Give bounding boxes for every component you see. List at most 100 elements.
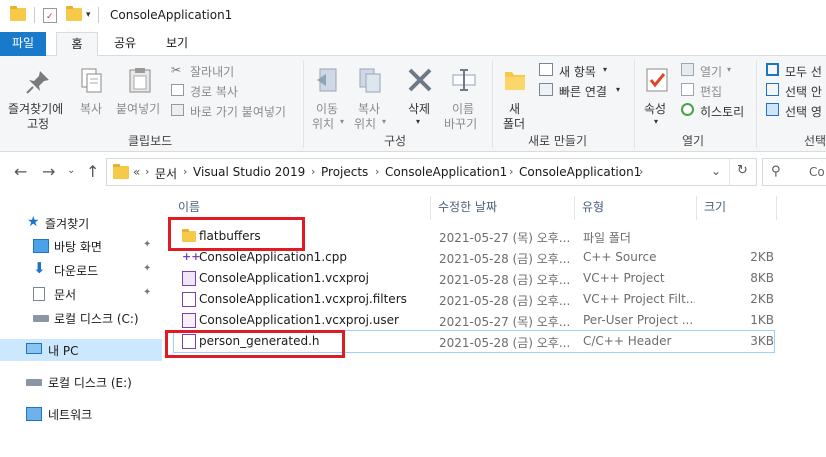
nav-item-this-pc[interactable]: 내 PC (0, 339, 162, 361)
network-icon (26, 407, 42, 421)
breadcrumb-overflow[interactable]: « (133, 165, 140, 179)
rename-button[interactable]: 이름 바꾸기 (444, 60, 484, 131)
pin-icon (26, 71, 49, 94)
forward-arrow-icon[interactable]: → (42, 162, 55, 181)
file-row-vcxproj[interactable]: ConsoleApplication1.vcxproj 2021-05-28 (… (174, 268, 774, 289)
chevron-right-icon: › (375, 165, 380, 178)
cpp-file-icon: ++ (182, 250, 201, 263)
window-title: ConsoleApplication1 (110, 8, 233, 22)
search-input[interactable]: Co (809, 165, 825, 179)
move-to-icon (317, 68, 337, 92)
properties-qa-icon[interactable]: ✓ (43, 8, 57, 23)
nav-item-quick-access[interactable]: ★ 즐겨찾기 (0, 212, 160, 234)
edit-button[interactable]: 편집 (680, 82, 750, 100)
cut-button[interactable]: ✂ 잘라내기 (170, 62, 290, 80)
file-date: 2021-05-27 (목) 오후... (439, 231, 571, 245)
file-size: 2KB (750, 250, 774, 264)
divider (574, 196, 575, 220)
file-type: 파일 폴더 (583, 231, 631, 245)
chevron-down-icon: ▾ (654, 117, 659, 126)
copy-path-button[interactable]: 경로 복사 (170, 82, 290, 100)
nav-item-local-disk-c[interactable]: 로컬 디스크 (C:) (0, 307, 160, 329)
nav-label: 문서 (54, 288, 77, 302)
file-size: 3KB (750, 334, 774, 348)
up-arrow-icon[interactable]: ↑ (86, 162, 99, 181)
address-history-chevron-icon[interactable]: ⌄ (711, 164, 721, 178)
nav-item-network[interactable]: 네트워크 (0, 403, 160, 425)
address-bar[interactable]: « › 문서 › Visual Studio 2019 › Projects ›… (106, 158, 757, 186)
breadcrumb-visual-studio[interactable]: Visual Studio 2019 (193, 165, 305, 179)
search-box[interactable]: ⚲ Co (762, 158, 826, 186)
move-to-button[interactable]: 이동 위치 ▾ (310, 60, 348, 131)
properties-icon (646, 68, 668, 92)
column-header-type[interactable]: 유형 (582, 198, 604, 215)
ribbon-tabs: 파일 홈 공유 보기 (0, 32, 826, 57)
chevron-down-icon: ▾ (416, 117, 421, 126)
paste-button[interactable]: 붙여넣기 (114, 60, 166, 120)
breadcrumb-project[interactable]: ConsoleApplication1 (519, 165, 641, 179)
highlight-box-person-generated (165, 330, 345, 358)
file-row-vcxproj-user[interactable]: ConsoleApplication1.vcxproj.user 2021-05… (174, 310, 774, 331)
chevron-down-icon: ▾ (616, 85, 621, 94)
filters-file-icon (182, 292, 196, 307)
divider (776, 196, 777, 220)
column-header-date[interactable]: 수정한 날짜 (438, 198, 497, 215)
easy-access-icon (539, 83, 553, 96)
history-label: 히스토리 (700, 105, 745, 119)
breadcrumb-documents[interactable]: 문서 (155, 165, 177, 182)
copy-to-button[interactable]: 복사 위치 ▾ (352, 60, 392, 131)
delete-button[interactable]: 삭제 ▾ (400, 60, 440, 130)
new-folder-button[interactable]: 새 폴더 (498, 60, 532, 131)
select-all-button[interactable]: 모두 선 (764, 62, 826, 80)
file-name: ConsoleApplication1.cpp (199, 250, 347, 264)
tab-file[interactable]: 파일 (0, 32, 46, 56)
properties-button[interactable]: 속성 ▾ (640, 60, 674, 130)
breadcrumb-projects[interactable]: Projects (321, 165, 368, 179)
chevron-right-icon: › (145, 165, 150, 178)
new-folder-qa-icon[interactable] (66, 6, 82, 21)
copy-button[interactable]: 복사 (76, 60, 108, 120)
column-header-size[interactable]: 크기 (704, 198, 726, 215)
recent-locations-chevron-icon[interactable]: ⌄ (67, 165, 75, 176)
open-icon (681, 63, 694, 76)
nav-label: 다운로드 (54, 264, 99, 278)
group-new-label: 새로 만들기 (528, 134, 588, 148)
new-item-button[interactable]: 새 항목 ▾ (538, 62, 618, 80)
nav-label: 즐겨찾기 (45, 217, 90, 231)
open-label: 열기 (700, 65, 723, 79)
drive-icon (26, 379, 42, 386)
select-none-button[interactable]: 선택 안 (764, 82, 826, 100)
desktop-icon (33, 239, 49, 253)
paste-shortcut-button[interactable]: 바로 가기 붙여넣기 (170, 102, 310, 120)
pin-label-2: 고정 (27, 117, 50, 131)
nav-item-documents[interactable]: 문서 ✦ (0, 283, 160, 305)
history-button[interactable]: 히스토리 (680, 102, 758, 120)
nav-item-downloads[interactable]: ⬇ 다운로드 ✦ (0, 259, 160, 281)
file-row-vcxproj-filters[interactable]: ConsoleApplication1.vcxproj.filters 2021… (174, 289, 774, 310)
nav-item-desktop[interactable]: 바탕 화면 ✦ (0, 235, 160, 257)
pc-icon (26, 343, 42, 354)
pin-icon: ✦ (143, 263, 152, 274)
cut-label: 잘라내기 (190, 65, 235, 79)
folder-icon (10, 6, 26, 21)
refresh-icon[interactable]: ↻ (737, 163, 748, 178)
invert-selection-button[interactable]: 선택 영 (764, 102, 826, 120)
customize-qa-dropdown-icon[interactable]: ▾ (86, 10, 91, 20)
chevron-down-icon: ▾ (382, 117, 387, 126)
nav-label: 네트워크 (48, 408, 93, 422)
group-select-label: 선택 (804, 134, 826, 148)
pin-to-quick-access-button[interactable]: 즐겨찾기에 고정 (4, 60, 72, 131)
clipboard-icon (129, 68, 151, 93)
tab-view[interactable]: 보기 (160, 32, 194, 56)
column-header-name[interactable]: 이름 (178, 198, 200, 215)
tab-home[interactable]: 홈 (56, 32, 98, 57)
back-arrow-icon[interactable]: ← (14, 162, 27, 181)
open-button[interactable]: 열기 ▾ (680, 62, 750, 80)
chevron-right-icon: › (311, 165, 316, 178)
easy-access-button[interactable]: 빠른 연결 ▾ (538, 82, 628, 100)
nav-item-local-disk-e[interactable]: 로컬 디스크 (E:) (0, 371, 160, 393)
breadcrumb-solution[interactable]: ConsoleApplication1 (385, 165, 507, 179)
tab-share[interactable]: 공유 (108, 32, 142, 56)
easy-access-label: 빠른 연결 (559, 85, 607, 99)
divider (756, 60, 757, 148)
